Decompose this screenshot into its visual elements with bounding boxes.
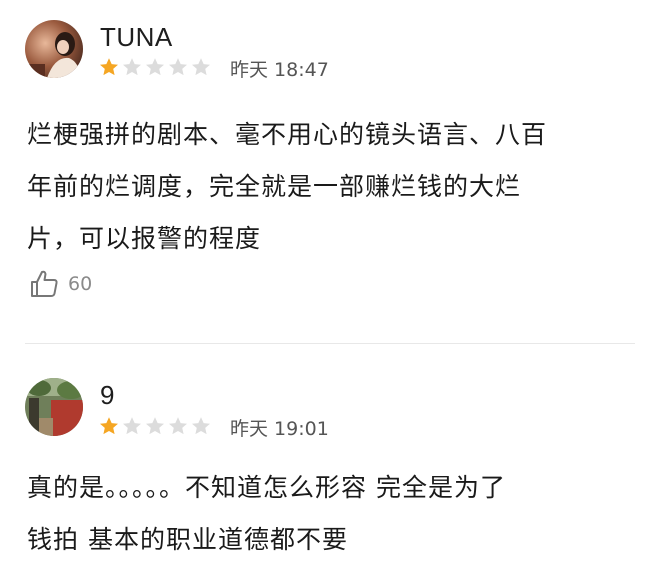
avatar[interactable] bbox=[25, 20, 83, 78]
review-time: 昨天 18:47 bbox=[230, 59, 329, 81]
thumbs-up-icon bbox=[31, 270, 58, 297]
star-icon bbox=[100, 58, 118, 76]
star-icon bbox=[146, 417, 164, 435]
star-icon bbox=[169, 417, 187, 435]
avatar-image bbox=[25, 378, 83, 436]
review-item: 9 昨天 19:01 真的是。。。。。不知道怎么形容 完全是为了 钱拍 基本的职… bbox=[0, 345, 660, 575]
like-button[interactable]: 60 bbox=[28, 268, 92, 300]
avatar[interactable] bbox=[25, 378, 83, 436]
review-content-line: 钱拍 基本的职业道德都不要 bbox=[27, 525, 348, 554]
star-icon bbox=[146, 58, 164, 76]
review-time: 昨天 19:01 bbox=[230, 418, 329, 440]
divider bbox=[25, 343, 635, 344]
review-content-line: 年前的烂调度，完全就是一部赚烂钱的大烂 bbox=[27, 172, 522, 201]
like-count: 60 bbox=[68, 273, 93, 295]
username[interactable]: 9 bbox=[100, 380, 115, 410]
avatar-image bbox=[25, 20, 83, 78]
username[interactable]: TUNA bbox=[100, 22, 173, 52]
star-icon bbox=[169, 58, 187, 76]
review-item: TUNA 昨天 18:47 烂梗强拼的剧本、毫不用心的镜头语言、八百 年前的烂调… bbox=[0, 0, 660, 340]
star-icon bbox=[100, 417, 118, 435]
review-content: 烂梗强拼的剧本、毫不用心的镜头语言、八百 年前的烂调度，完全就是一部赚烂钱的大烂… bbox=[27, 109, 627, 265]
star-icon bbox=[123, 417, 141, 435]
review-content-line: 烂梗强拼的剧本、毫不用心的镜头语言、八百 bbox=[27, 120, 548, 149]
star-rating bbox=[98, 415, 212, 437]
star-icon bbox=[192, 417, 210, 435]
star-icon bbox=[123, 58, 141, 76]
review-content: 真的是。。。。。不知道怎么形容 完全是为了 钱拍 基本的职业道德都不要 bbox=[27, 462, 627, 566]
review-content-line: 真的是。。。。。不知道怎么形容 完全是为了 bbox=[27, 473, 506, 502]
star-rating bbox=[98, 56, 212, 78]
review-content-line: 片，可以报警的程度 bbox=[27, 224, 262, 253]
star-icon bbox=[192, 58, 210, 76]
